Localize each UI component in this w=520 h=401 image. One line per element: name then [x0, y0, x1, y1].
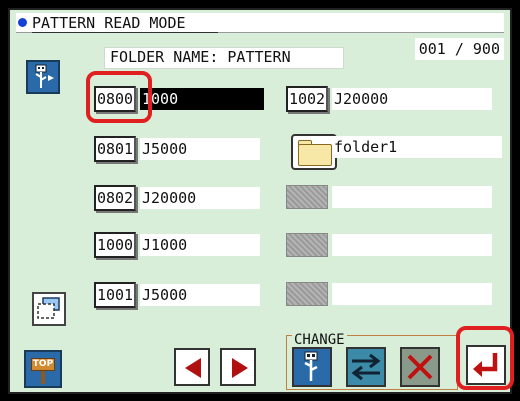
pattern-row[interactable]: 1000 J1000 — [94, 232, 264, 258]
page-counter: 001 / 900 — [414, 38, 504, 60]
change-group-label: CHANGE — [292, 332, 347, 348]
top-button[interactable]: TOP — [24, 350, 62, 388]
swap-arrows-icon — [351, 353, 381, 381]
pattern-name[interactable]: J20000 — [140, 187, 260, 209]
empty-slot-icon[interactable] — [286, 282, 328, 306]
pattern-row[interactable]: 1002 J20000 — [286, 86, 506, 112]
empty-slot[interactable] — [332, 234, 492, 256]
empty-slot[interactable] — [332, 186, 492, 208]
title-bar: PATTERN READ MODE — [16, 13, 504, 33]
pattern-name[interactable]: J20000 — [332, 88, 492, 110]
status-dot — [18, 18, 27, 27]
layers-button[interactable] — [32, 292, 66, 326]
folder-name-value: PATTERN — [227, 48, 291, 66]
top-signpost-icon — [41, 371, 45, 384]
usb-icon — [304, 351, 318, 381]
folder-icon[interactable] — [291, 134, 337, 170]
pattern-row[interactable]: 0801 J5000 — [94, 136, 264, 162]
delete-icon — [407, 354, 433, 380]
folder-name: FOLDER NAME: PATTERN — [110, 48, 291, 66]
pattern-name[interactable]: J5000 — [140, 138, 260, 160]
pattern-row[interactable]: 0802 J20000 — [94, 185, 264, 211]
empty-slot[interactable] — [332, 283, 492, 305]
pattern-read-panel: PATTERN READ MODE 001 / 900 FOLDER NAME:… — [8, 8, 514, 394]
pattern-row[interactable]: 1001 J5000 — [94, 282, 264, 308]
folder-entry-name[interactable]: folder1 — [332, 136, 502, 158]
change-usb-button[interactable] — [292, 347, 332, 387]
usb-media-icon[interactable] — [26, 60, 60, 94]
empty-slot-icon[interactable] — [286, 185, 328, 209]
enter-highlight — [456, 326, 514, 390]
folder-name-label: FOLDER NAME: — [110, 48, 219, 66]
arrow-left-icon — [185, 358, 201, 378]
title-underline — [32, 32, 218, 33]
selection-highlight — [86, 71, 152, 123]
pattern-number[interactable]: 1001 — [94, 282, 136, 308]
pattern-name[interactable]: J1000 — [140, 234, 260, 256]
pattern-name[interactable]: 1000 — [140, 88, 264, 110]
pattern-number[interactable]: 0802 — [94, 185, 136, 211]
change-swap-button[interactable] — [346, 347, 386, 387]
next-page-button[interactable] — [220, 348, 256, 386]
pattern-number[interactable]: 1002 — [286, 86, 328, 112]
pattern-number[interactable]: 0801 — [94, 136, 136, 162]
previous-page-button[interactable] — [174, 348, 210, 386]
arrow-right-icon — [232, 358, 248, 378]
change-delete-button[interactable] — [400, 347, 440, 387]
screen: PATTERN READ MODE 001 / 900 FOLDER NAME:… — [0, 0, 520, 401]
pattern-name[interactable]: J5000 — [140, 284, 260, 306]
pattern-number[interactable]: 1000 — [94, 232, 136, 258]
empty-slot-icon[interactable] — [286, 233, 328, 257]
folder-body — [298, 144, 332, 166]
screen-title: PATTERN READ MODE — [32, 14, 186, 32]
